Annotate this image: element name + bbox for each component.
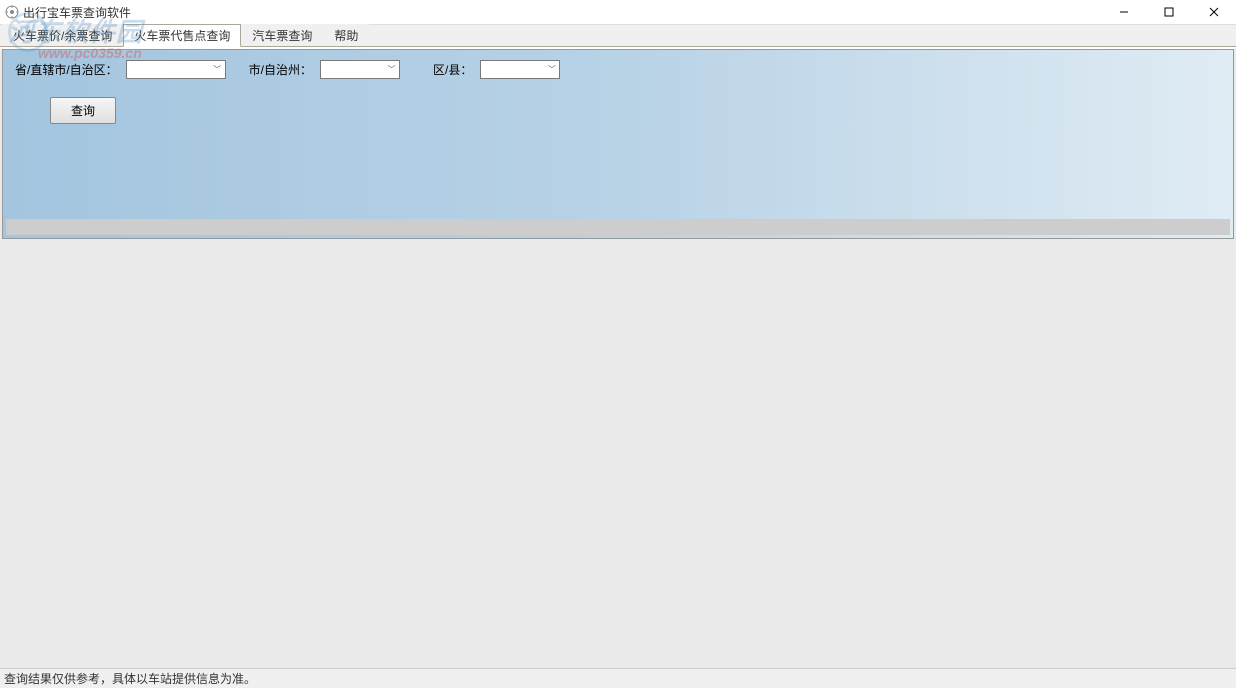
results-area (0, 241, 1236, 668)
filter-row: 省/直辖市/自治区： ﹀ 市/自治州： ﹀ 区/县： ﹀ (15, 60, 1221, 79)
chevron-down-icon: ﹀ (210, 61, 225, 78)
district-dropdown[interactable]: ﹀ (480, 60, 560, 79)
tab-strip: 火车票价/余票查询 火车票代售点查询 汽车票查询 帮助 (0, 25, 1236, 47)
chevron-down-icon: ﹀ (384, 61, 399, 78)
scrollbar-thumb[interactable] (7, 220, 1229, 234)
chevron-down-icon: ﹀ (544, 61, 559, 78)
district-label: 区/县： (433, 61, 472, 78)
tab-train-price[interactable]: 火车票价/余票查询 (2, 24, 123, 46)
tab-train-agent[interactable]: 火车票代售点查询 (123, 24, 241, 47)
window-title: 出行宝车票查询软件 (23, 4, 131, 21)
title-bar: 出行宝车票查询软件 (0, 0, 1236, 25)
close-button[interactable] (1191, 0, 1236, 23)
city-dropdown[interactable]: ﹀ (320, 60, 400, 79)
content-area: 省/直辖市/自治区： ﹀ 市/自治州： ﹀ 区/县： ﹀ 查询 (0, 49, 1236, 670)
tab-bus-ticket[interactable]: 汽车票查询 (241, 24, 323, 46)
tab-help[interactable]: 帮助 (323, 24, 369, 46)
app-icon (4, 4, 20, 20)
city-label: 市/自治州： (249, 61, 312, 78)
query-button[interactable]: 查询 (50, 97, 116, 124)
maximize-button[interactable] (1146, 0, 1191, 23)
status-bar: 查询结果仅供参考，具体以车站提供信息为准。 (0, 668, 1236, 688)
status-text: 查询结果仅供参考，具体以车站提供信息为准。 (4, 670, 256, 687)
province-label: 省/直辖市/自治区： (15, 61, 118, 78)
minimize-button[interactable] (1101, 0, 1146, 23)
window-controls (1101, 0, 1236, 24)
horizontal-scrollbar[interactable] (6, 219, 1230, 235)
query-panel: 省/直辖市/自治区： ﹀ 市/自治州： ﹀ 区/县： ﹀ 查询 (2, 49, 1234, 239)
province-dropdown[interactable]: ﹀ (126, 60, 226, 79)
